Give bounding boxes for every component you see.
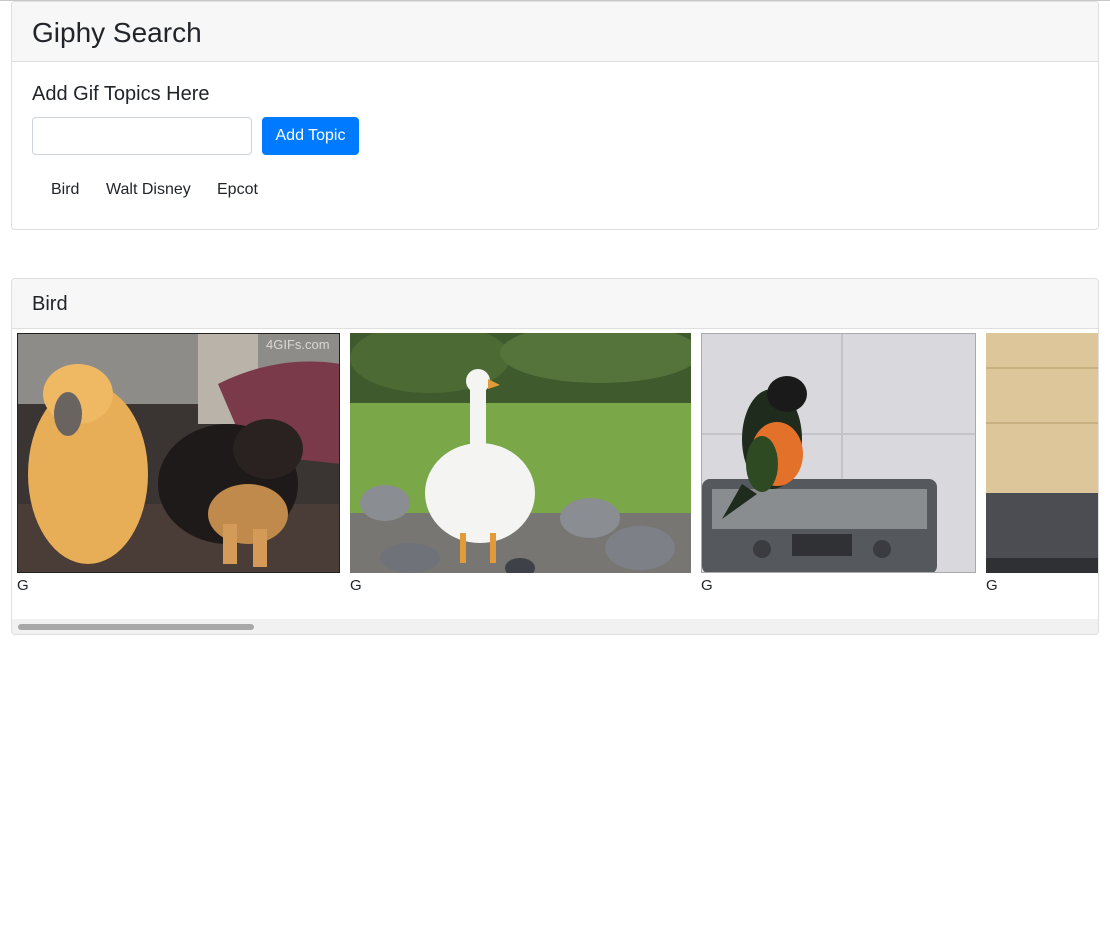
gif-image[interactable] xyxy=(986,333,1098,573)
gif-item[interactable]: G xyxy=(701,333,976,595)
gif-item[interactable]: 4GIFs.com G xyxy=(17,333,340,595)
gif-rating: G xyxy=(986,577,998,594)
add-topic-button[interactable]: Add Topic xyxy=(262,117,359,155)
horizontal-scrollbar[interactable] xyxy=(12,619,1098,634)
gif-item[interactable]: G xyxy=(986,333,1098,595)
gif-bird-wall-image xyxy=(986,333,1098,573)
gif-rating: G xyxy=(350,577,362,594)
gif-strip[interactable]: 4GIFs.com G G G G xyxy=(12,329,1098,619)
results-card: Bird 4GIFs.com G G G G xyxy=(11,278,1099,635)
gif-rating: G xyxy=(17,577,29,594)
gif-item[interactable]: G xyxy=(350,333,691,595)
scrollbar-thumb[interactable] xyxy=(18,624,254,630)
results-title: Bird xyxy=(32,293,68,315)
search-card: Giphy Search Add Gif Topics Here Add Top… xyxy=(11,1,1099,230)
gif-parrot-toaster-image xyxy=(702,334,975,572)
gif-rating: G xyxy=(701,577,713,594)
add-topics-heading: Add Gif Topics Here xyxy=(32,83,210,105)
page-title: Giphy Search xyxy=(32,17,202,48)
topic-button-bird[interactable]: Bird xyxy=(45,178,85,202)
gif-image[interactable] xyxy=(350,333,691,573)
topic-input[interactable] xyxy=(32,117,252,155)
search-card-header: Giphy Search xyxy=(12,2,1098,62)
results-card-header: Bird xyxy=(12,279,1098,329)
gif-parrot-kitten-image: 4GIFs.com xyxy=(18,334,339,572)
gif-image[interactable]: 4GIFs.com xyxy=(17,333,340,573)
topic-button-epcot[interactable]: Epcot xyxy=(211,178,264,202)
gif-image[interactable] xyxy=(701,333,976,573)
topic-button-walt-disney[interactable]: Walt Disney xyxy=(100,178,197,202)
gif-goose-pigeons-image xyxy=(350,333,691,573)
gif-watermark: 4GIFs.com xyxy=(266,337,330,352)
